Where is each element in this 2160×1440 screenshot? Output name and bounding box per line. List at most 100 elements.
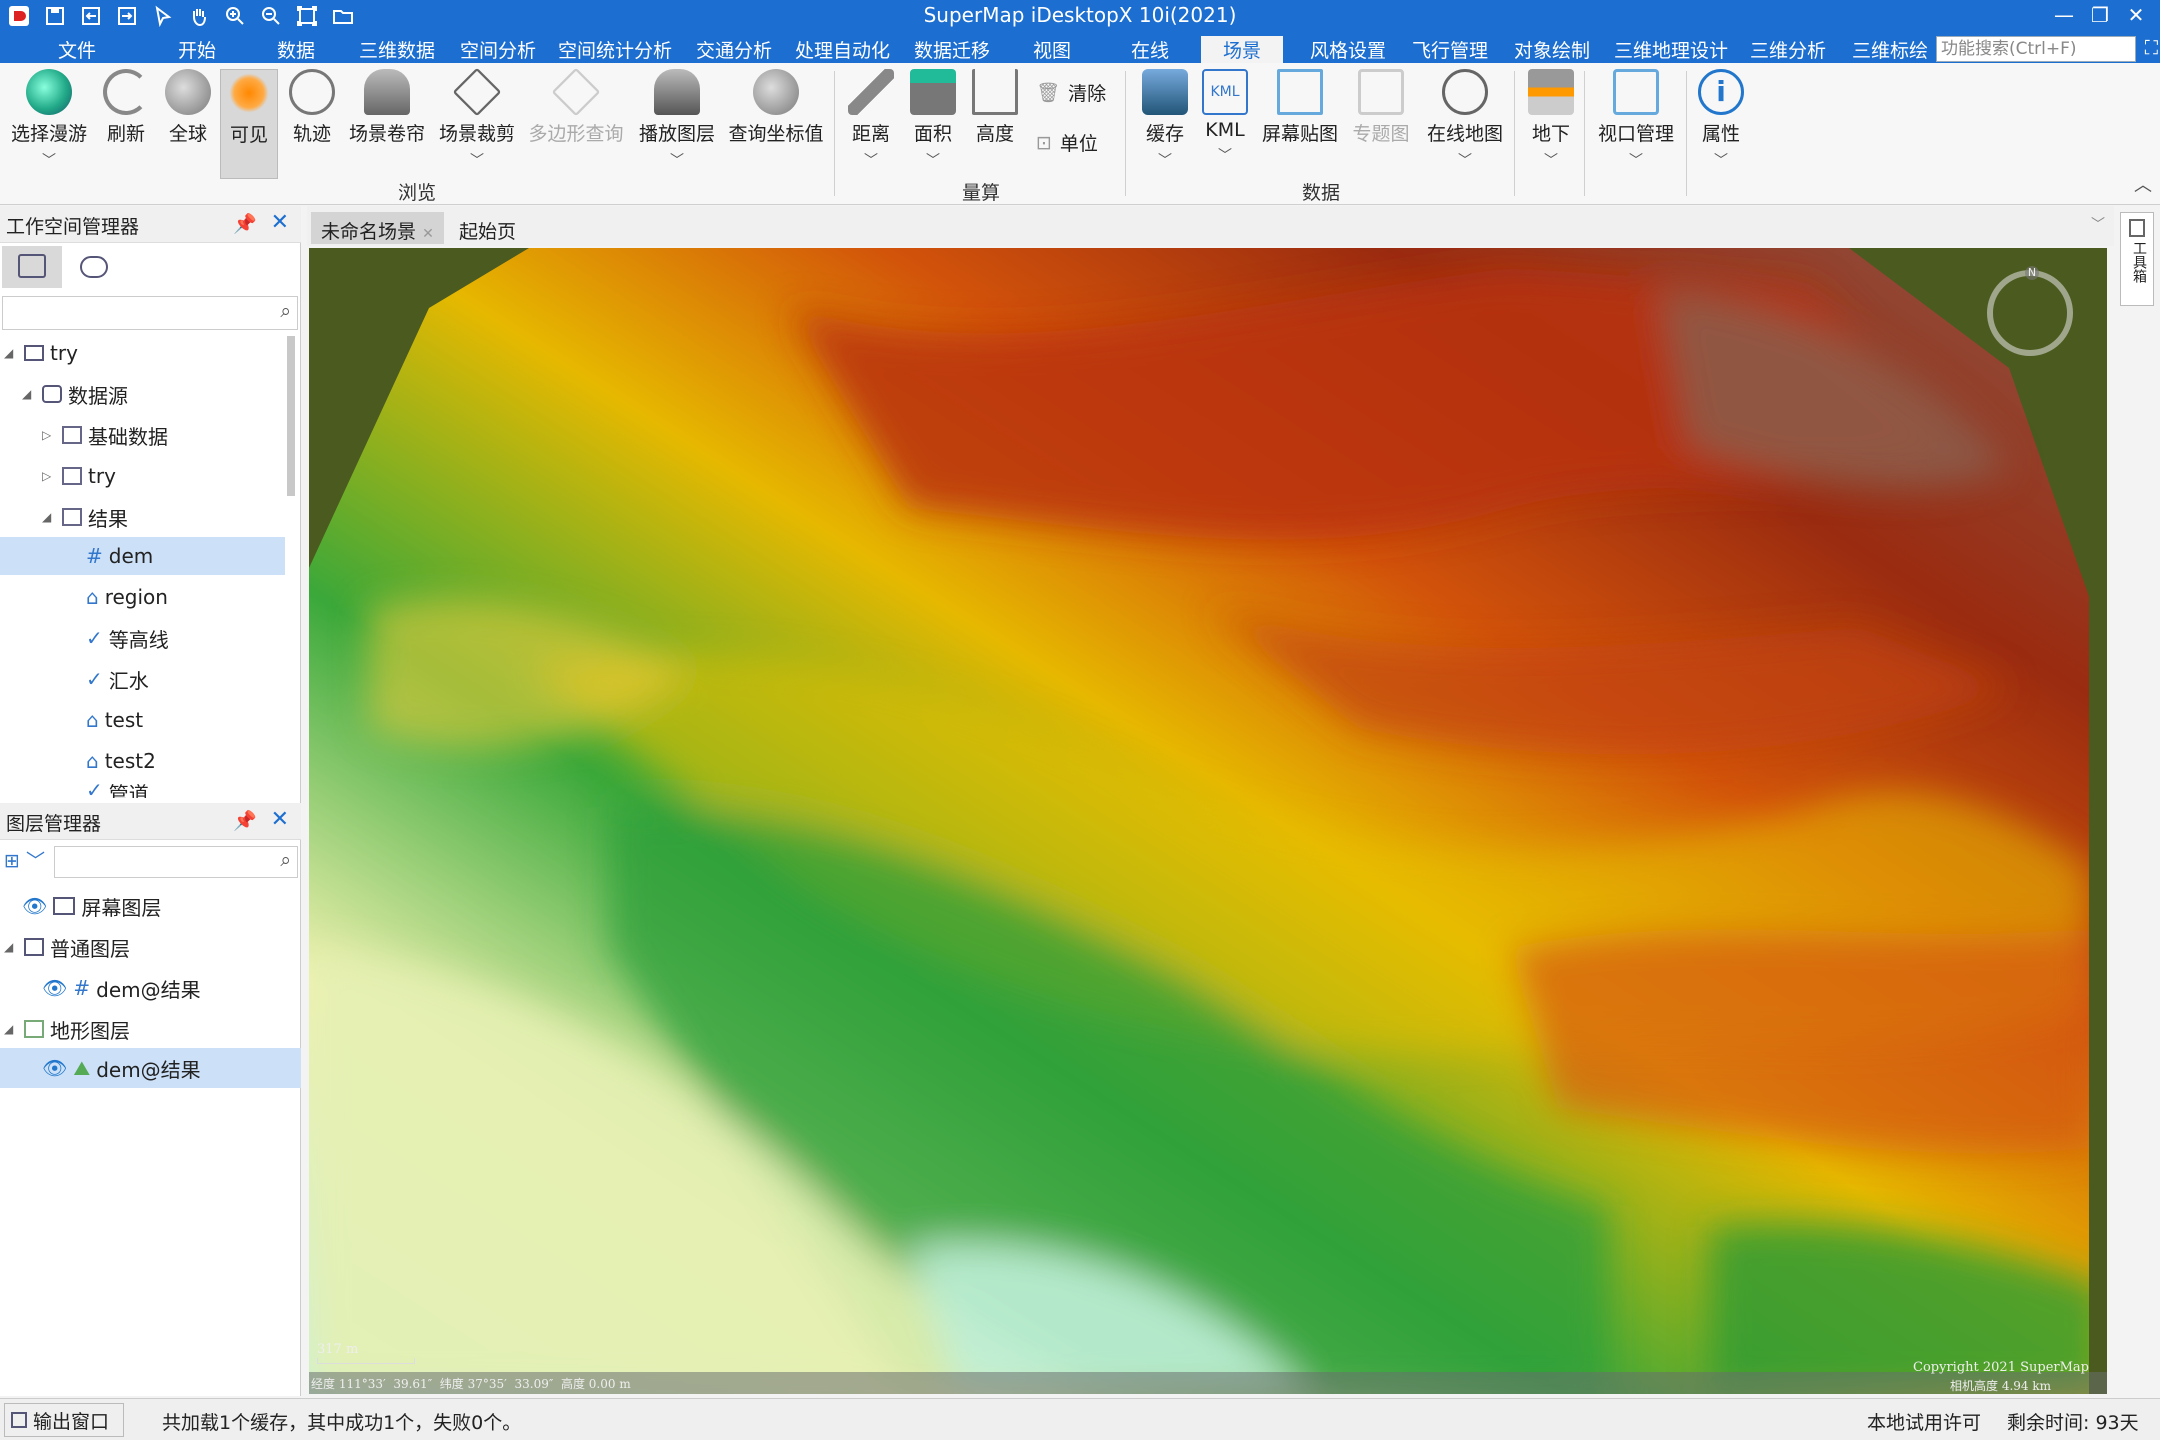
close-icon[interactable]: ✕ (271, 807, 289, 832)
datasources-icon (42, 385, 62, 403)
search-icon[interactable]: ⌕ (280, 849, 291, 871)
tab-unnamed-scene[interactable]: 未命名场景 ✕ (311, 212, 444, 244)
kml-icon: KML (1202, 69, 1248, 115)
clear-button[interactable]: 🗑 清除 (1036, 79, 1106, 106)
menu-automation[interactable]: 处理自动化 (795, 36, 890, 63)
menu-file[interactable]: 文件 (58, 36, 96, 63)
menu-view[interactable]: 视图 (1033, 36, 1071, 63)
tree-item-result[interactable]: ◢ 结果 (42, 498, 128, 536)
layer-item-terrain[interactable]: ◢ 地形图层 (4, 1010, 130, 1048)
cloud-icon (80, 256, 108, 278)
tree-item-datasources[interactable]: ◢ 数据源 (22, 375, 128, 413)
thematic-map-button[interactable]: 专题图 (1350, 69, 1412, 179)
tree-item-workspace[interactable]: ◢ try (4, 334, 78, 372)
tree-item-dem[interactable]: # dem (66, 537, 153, 575)
datasource-tab[interactable] (2, 246, 62, 288)
menu-style[interactable]: 风格设置 (1310, 36, 1386, 63)
layer-item-dem-normal[interactable]: 👁 # dem@结果 (42, 969, 201, 1007)
underground-button[interactable]: 地下 ﹀ (1526, 69, 1576, 179)
track-button[interactable]: 轨迹 (286, 69, 338, 179)
menu-online[interactable]: 在线 (1131, 36, 1169, 63)
tree-item-watershed[interactable]: ✓ 汇水 (66, 660, 149, 698)
area-button[interactable]: 面积 ﹀ (908, 69, 958, 179)
collapse-ribbon-icon[interactable]: ︿ (2134, 171, 2152, 197)
query-coordinate-button[interactable]: 查询坐标值 (726, 69, 826, 179)
function-search-input[interactable]: 功能搜索(Ctrl+F) (1936, 36, 2136, 62)
tree-item-try[interactable]: ▷ try (42, 457, 116, 495)
screen-overlay-button[interactable]: 屏幕贴图 (1260, 69, 1340, 179)
close-icon[interactable]: ✕ (271, 210, 289, 235)
scene-swipe-button[interactable]: 场景卷帘 (346, 69, 428, 179)
layer-search-input[interactable]: ⌕ (54, 846, 298, 878)
trash-icon: 🗑 (1036, 82, 1061, 104)
layer-item-screen[interactable]: 👁 屏幕图层 (22, 887, 161, 925)
menu-migration[interactable]: 数据迁移 (914, 36, 990, 63)
workspace-manager-header: 工作空间管理器 📌 ✕ (0, 206, 301, 243)
region-icon: ⌂ (86, 749, 99, 773)
select-roam-button[interactable]: 选择漫游 ﹀ (8, 69, 90, 179)
scene-view[interactable]: N 317 m 经度 111°33′ 39.61″ 纬度 37°35′ 33.0… (309, 248, 2107, 1394)
maximize-button[interactable]: ❐ (2082, 0, 2118, 30)
eye-icon[interactable]: 👁 (22, 894, 47, 918)
menu-flight[interactable]: 飞行管理 (1412, 36, 1488, 63)
region-icon: ⌂ (86, 585, 99, 609)
tree-item-test2[interactable]: ⌂ test2 (66, 742, 156, 780)
layer-item-normal[interactable]: ◢ 普通图层 (4, 928, 130, 966)
menu-draw[interactable]: 对象绘制 (1514, 36, 1590, 63)
refresh-button[interactable]: 刷新 (100, 69, 152, 179)
polygon-query-button[interactable]: 多边形查询 (526, 67, 626, 179)
viewport-manage-button[interactable]: 视口管理 ﹀ (1596, 69, 1676, 179)
distance-button[interactable]: 距离 ﹀ (846, 69, 896, 179)
play-layer-button[interactable]: 播放图层 ﹀ (636, 69, 718, 179)
eye-icon[interactable]: 👁 (42, 976, 67, 1000)
tree-item-pipe[interactable]: ✓ 管道 (66, 778, 149, 798)
chevron-down-icon: ﹀ (670, 153, 684, 169)
layer-item-dem-terrain[interactable]: 👁 ⛰ dem@结果 (42, 1049, 201, 1087)
properties-button[interactable]: i 属性 ﹀ (1696, 69, 1746, 179)
toolbox-tab[interactable]: 工具箱 (2120, 212, 2154, 306)
unit-button[interactable]: ⊡ 单位 (1036, 129, 1098, 156)
close-tab-icon[interactable]: ✕ (422, 226, 434, 242)
minimize-button[interactable]: — (2046, 0, 2082, 30)
menu-3d-plot[interactable]: 三维标绘 (1852, 36, 1932, 63)
scrollbar[interactable] (287, 336, 295, 496)
screen-overlay-icon (1277, 69, 1323, 115)
kml-button[interactable]: KML KML ﹀ (1200, 69, 1250, 179)
search-icon[interactable]: ⌕ (280, 300, 291, 322)
expand-icon[interactable]: ⛶ (2145, 37, 2158, 59)
tab-start-page[interactable]: 起始页 (449, 212, 526, 244)
pin-icon[interactable]: 📌 (233, 809, 257, 832)
menu-3d-analysis[interactable]: 三维分析 (1750, 36, 1826, 63)
menu-scene[interactable]: 场景 (1201, 36, 1284, 63)
cache-button[interactable]: 缓存 ﹀ (1140, 69, 1190, 179)
tree-item-test[interactable]: ⌂ test (66, 701, 143, 739)
tree-item-region[interactable]: ⌂ region (66, 578, 168, 616)
menu-start[interactable]: 开始 (178, 36, 216, 63)
globe-button[interactable]: 全球 (162, 69, 214, 179)
output-window-button[interactable]: 输出窗口 (4, 1403, 124, 1437)
tab-list-chevron-icon[interactable]: ﹀ (2091, 214, 2105, 234)
scene-clip-button[interactable]: 场景裁剪 ﹀ (436, 67, 518, 179)
height-button[interactable]: 高度 (970, 69, 1020, 179)
menu-spatial-analysis[interactable]: 空间分析 (460, 36, 536, 63)
compass-navigator[interactable]: N (1987, 266, 2073, 356)
divider (834, 71, 835, 196)
layer-manager-title: 图层管理器 (6, 813, 102, 835)
online-map-button[interactable]: 在线地图 ﹀ (1424, 69, 1506, 179)
add-layer-dropdown[interactable]: ⊞ ﹀ (4, 846, 50, 878)
eye-icon[interactable]: 👁 (42, 1056, 67, 1080)
tree-item-contour[interactable]: ✓ 等高线 (66, 619, 169, 657)
menu-spatial-stats[interactable]: 空间统计分析 (558, 36, 672, 63)
menu-data[interactable]: 数据 (277, 36, 315, 63)
visible-button[interactable]: 可见 (220, 69, 278, 179)
workspace-search-input[interactable]: ⌕ (2, 296, 298, 330)
tree-item-base-data[interactable]: ▷ 基础数据 (42, 416, 168, 454)
terrain-rendering (309, 248, 2107, 1394)
pin-icon[interactable]: 📌 (233, 212, 257, 235)
menu-traffic[interactable]: 交通分析 (696, 36, 772, 63)
close-button[interactable]: ✕ (2118, 0, 2154, 30)
cloud-tab[interactable] (70, 246, 120, 288)
menu-3d-data[interactable]: 三维数据 (359, 36, 435, 63)
menu-3d-design[interactable]: 三维地理设计 (1614, 36, 1728, 63)
chevron-down-icon: ﹀ (1629, 153, 1643, 169)
